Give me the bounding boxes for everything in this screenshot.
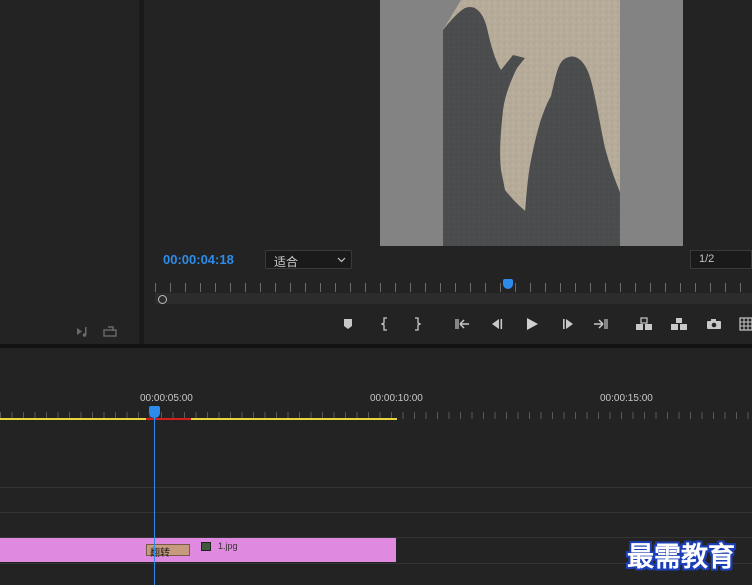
clip-name: 1.jpg <box>218 541 238 551</box>
ruler-label-5s: 00:00:05:00 <box>140 393 193 404</box>
timeline-playhead-line <box>154 414 155 585</box>
ruler-label-10s: 00:00:10:00 <box>370 393 423 404</box>
chevron-down-icon <box>337 252 346 271</box>
add-marker-button[interactable] <box>339 316 357 332</box>
extract-button[interactable] <box>670 316 688 332</box>
insert-audio-icon[interactable] <box>76 326 90 340</box>
export-frame-button[interactable] <box>705 316 723 332</box>
lift-icon <box>635 317 653 331</box>
comparison-view-button[interactable] <box>737 316 752 332</box>
marker-icon <box>342 318 354 330</box>
step-forward-icon <box>561 318 575 330</box>
render-status-bar <box>146 418 191 420</box>
play-button[interactable] <box>523 316 541 332</box>
go-to-in-button[interactable] <box>453 316 471 332</box>
monitor-playhead[interactable] <box>503 279 513 289</box>
go-to-in-icon <box>454 318 470 330</box>
overwrite-icon[interactable] <box>103 326 117 340</box>
comparison-view-icon <box>739 317 752 331</box>
extract-icon <box>670 317 688 331</box>
go-to-out-icon <box>593 318 609 330</box>
zoom-fit-value: 适合 <box>274 255 299 269</box>
go-to-out-button[interactable] <box>592 316 610 332</box>
step-forward-button[interactable] <box>559 316 577 332</box>
play-icon <box>525 317 539 331</box>
step-back-button[interactable] <box>488 316 506 332</box>
source-panel <box>0 0 139 344</box>
camera-icon <box>706 318 722 330</box>
preview-image <box>443 0 620 246</box>
timeline-clip[interactable] <box>0 538 396 562</box>
watermark: 最需教育 <box>627 542 735 573</box>
lift-button[interactable] <box>635 316 653 332</box>
work-area-bar[interactable] <box>0 418 397 420</box>
monitor-time-ruler[interactable] <box>155 280 752 292</box>
monitor-zoom-scrollbar[interactable] <box>155 293 752 304</box>
zoom-scrollbar-handle[interactable] <box>158 295 167 304</box>
track-separator <box>0 512 752 513</box>
step-back-icon <box>490 318 504 330</box>
effect-badge[interactable]: 翻转 <box>146 544 190 559</box>
track-separator <box>0 487 752 488</box>
playback-resolution-value: 1/2 <box>699 253 715 265</box>
playback-resolution-select[interactable]: 1/2 <box>690 250 752 269</box>
zoom-fit-select[interactable]: 适合 <box>265 250 352 269</box>
timeline-ruler-top <box>0 407 752 412</box>
playhead-timecode[interactable]: 00:00:04:18 <box>163 252 234 267</box>
mark-in-icon <box>380 317 390 331</box>
image-clip-icon <box>201 542 211 551</box>
mark-in-button[interactable] <box>376 316 394 332</box>
mark-out-icon <box>412 317 422 331</box>
effect-badge-label: 翻转 <box>150 548 170 559</box>
mark-out-button[interactable] <box>408 316 426 332</box>
ruler-label-15s: 00:00:15:00 <box>600 393 653 404</box>
monitor-ruler-ticks <box>155 280 752 292</box>
